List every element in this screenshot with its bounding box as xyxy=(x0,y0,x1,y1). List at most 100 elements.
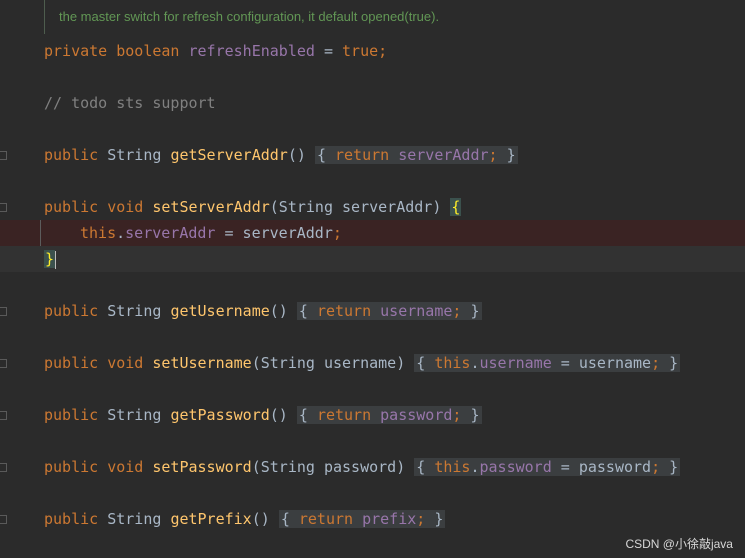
fold-icon[interactable] xyxy=(0,307,7,316)
folded-region[interactable]: { this.password = password; } xyxy=(414,458,681,476)
keyword: public xyxy=(44,458,99,476)
keyword: public xyxy=(44,354,99,372)
keyword: void xyxy=(107,458,144,476)
fold-close-brace: } xyxy=(434,510,444,528)
parens: () xyxy=(287,146,306,164)
field-name: username xyxy=(380,302,453,320)
todo-comment: // todo sts support xyxy=(44,94,216,112)
semicolon: ; xyxy=(651,458,661,476)
assignment: = username xyxy=(551,354,652,372)
keyword: return xyxy=(335,146,390,164)
keyword: public xyxy=(44,406,99,424)
fold-icon[interactable] xyxy=(0,151,7,160)
parameters: (String username) xyxy=(251,354,406,372)
fold-open-brace: { xyxy=(416,354,426,372)
matched-brace: } xyxy=(44,250,56,268)
folded-region[interactable]: { return prefix; } xyxy=(278,510,446,528)
semicolon: ; xyxy=(332,224,342,242)
code-line-field[interactable]: private boolean refreshEnabled = true; xyxy=(44,38,387,64)
method-name: setUsername xyxy=(152,354,252,372)
field-name: refreshEnabled xyxy=(188,42,315,60)
method-name: getPrefix xyxy=(170,510,252,528)
fold-open-brace: { xyxy=(298,406,308,424)
type: String xyxy=(107,510,162,528)
semicolon: ; xyxy=(488,146,498,164)
method-name: getServerAddr xyxy=(170,146,288,164)
fold-icon[interactable] xyxy=(0,515,7,524)
code-line-get-username[interactable]: public String getUsername() { return use… xyxy=(44,298,482,324)
fold-icon[interactable] xyxy=(0,463,7,472)
fold-icon[interactable] xyxy=(0,411,7,420)
indent-guide xyxy=(40,220,41,246)
code-line-set-server-body[interactable]: this.serverAddr = serverAddr; xyxy=(80,220,342,246)
keyword: this xyxy=(434,458,471,476)
folded-region[interactable]: { return password; } xyxy=(296,406,482,424)
text-cursor xyxy=(55,250,57,269)
field-name: serverAddr xyxy=(398,146,489,164)
fold-icon[interactable] xyxy=(0,359,7,368)
fold-close-brace: } xyxy=(506,146,516,164)
field-name: username xyxy=(479,354,552,372)
fold-open-brace: { xyxy=(416,458,426,476)
keyword: private xyxy=(44,42,108,60)
gutter xyxy=(0,0,12,558)
keyword: return xyxy=(316,406,372,424)
type: String xyxy=(107,146,162,164)
caret-line xyxy=(0,246,745,272)
watermark: CSDN @小徐敲java xyxy=(625,537,733,551)
type: String xyxy=(107,406,162,424)
operator: = xyxy=(314,42,343,60)
keyword: public xyxy=(44,146,99,164)
fold-close-brace: } xyxy=(669,458,679,476)
keyword: return xyxy=(316,302,372,320)
fold-icon[interactable] xyxy=(0,203,7,212)
semicolon: ; xyxy=(416,510,426,528)
dot: . xyxy=(116,224,126,242)
keyword: boolean xyxy=(116,42,180,60)
code-line-todo[interactable]: // todo sts support xyxy=(44,90,216,116)
semicolon: ; xyxy=(452,302,462,320)
keyword: void xyxy=(107,354,144,372)
field-name: password xyxy=(380,406,453,424)
code-line-get-prefix[interactable]: public String getPrefix() { return prefi… xyxy=(44,506,446,532)
parameters: (String password) xyxy=(251,458,406,476)
fold-open-brace: { xyxy=(280,510,290,528)
folded-region[interactable]: { return username; } xyxy=(296,302,482,320)
parameters: (String serverAddr) xyxy=(269,198,442,216)
keyword: public xyxy=(44,510,99,528)
code-line-close-brace[interactable]: } xyxy=(44,246,57,272)
fold-close-brace: } xyxy=(470,302,480,320)
method-name: getUsername xyxy=(170,302,270,320)
method-name: setServerAddr xyxy=(152,198,270,216)
fold-open-brace: { xyxy=(298,302,308,320)
folded-region[interactable]: { this.username = username; } xyxy=(414,354,681,372)
code-line-get-server-addr[interactable]: public String getServerAddr() { return s… xyxy=(44,142,518,168)
method-name: setPassword xyxy=(152,458,252,476)
keyword: return xyxy=(298,510,354,528)
type: String xyxy=(107,302,162,320)
semicolon: ; xyxy=(651,354,661,372)
keyword: void xyxy=(107,198,144,216)
keyword: public xyxy=(44,198,99,216)
folded-region[interactable]: { return serverAddr; } xyxy=(314,146,518,164)
field-name: serverAddr xyxy=(125,224,216,242)
doc-comment-text: the master switch for refresh configurat… xyxy=(59,9,440,24)
field-name: password xyxy=(479,458,552,476)
keyword: this xyxy=(434,354,471,372)
code-line-set-username[interactable]: public void setUsername(String username)… xyxy=(44,350,681,376)
keyword: this xyxy=(80,224,117,242)
code-line-set-server-addr[interactable]: public void setServerAddr(String serverA… xyxy=(44,194,462,220)
fold-close-brace: } xyxy=(669,354,679,372)
code-editor[interactable]: the master switch for refresh configurat… xyxy=(0,0,745,558)
code-line-get-password[interactable]: public String getPassword() { return pas… xyxy=(44,402,482,428)
keyword: public xyxy=(44,302,99,320)
assignment: = password xyxy=(551,458,652,476)
code-line-set-password[interactable]: public void setPassword(String password)… xyxy=(44,454,681,480)
parens: () xyxy=(251,510,270,528)
keyword: true xyxy=(342,42,379,60)
doc-comment: the master switch for refresh configurat… xyxy=(44,0,745,34)
semicolon: ; xyxy=(452,406,462,424)
parens: () xyxy=(269,406,288,424)
semicolon: ; xyxy=(378,42,388,60)
method-name: getPassword xyxy=(170,406,270,424)
